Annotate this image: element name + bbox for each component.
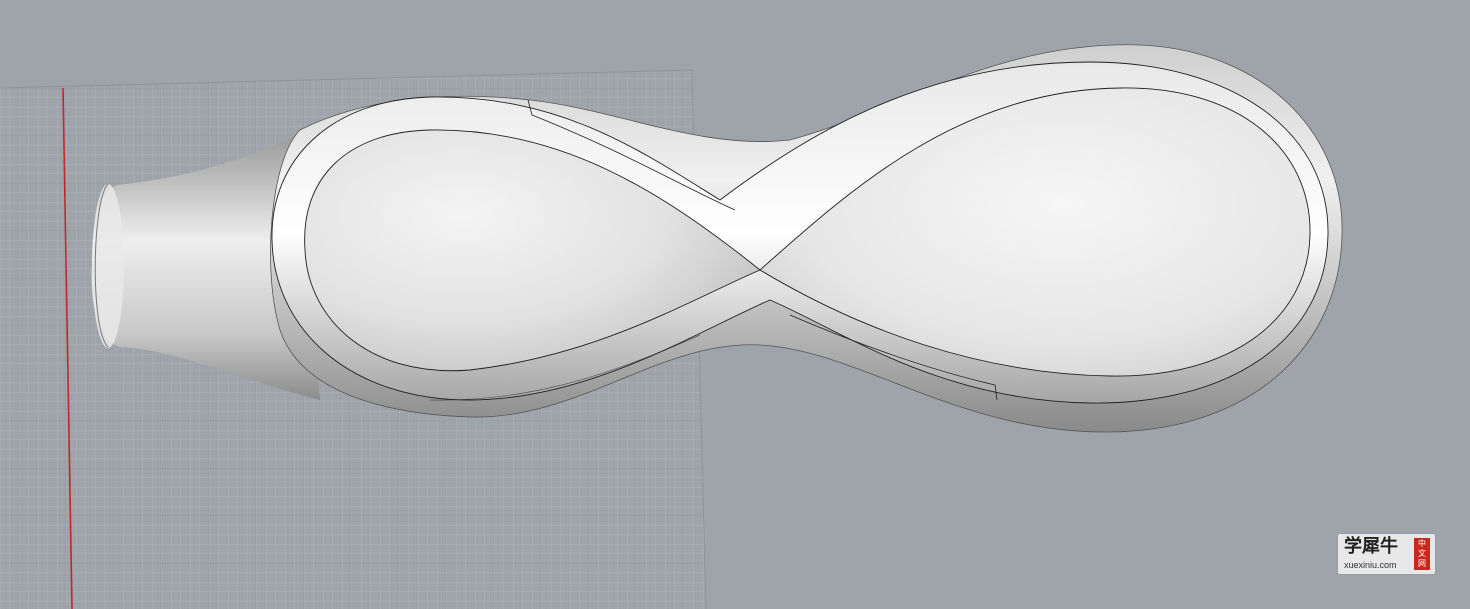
watermark-url: xuexiniu.com <box>1344 560 1397 570</box>
watermark-logo: 学犀牛 xuexiniu.com 中 文 网 <box>1338 534 1435 574</box>
seal-char: 中 <box>1418 539 1426 548</box>
viewport-svg <box>0 44 1343 609</box>
viewport-canvas[interactable] <box>0 0 1470 609</box>
seal-char: 网 <box>1418 559 1426 568</box>
seal-char: 文 <box>1418 549 1426 558</box>
watermark-title: 学犀牛 <box>1344 536 1398 557</box>
watermark-seal: 中 文 网 <box>1414 538 1430 570</box>
